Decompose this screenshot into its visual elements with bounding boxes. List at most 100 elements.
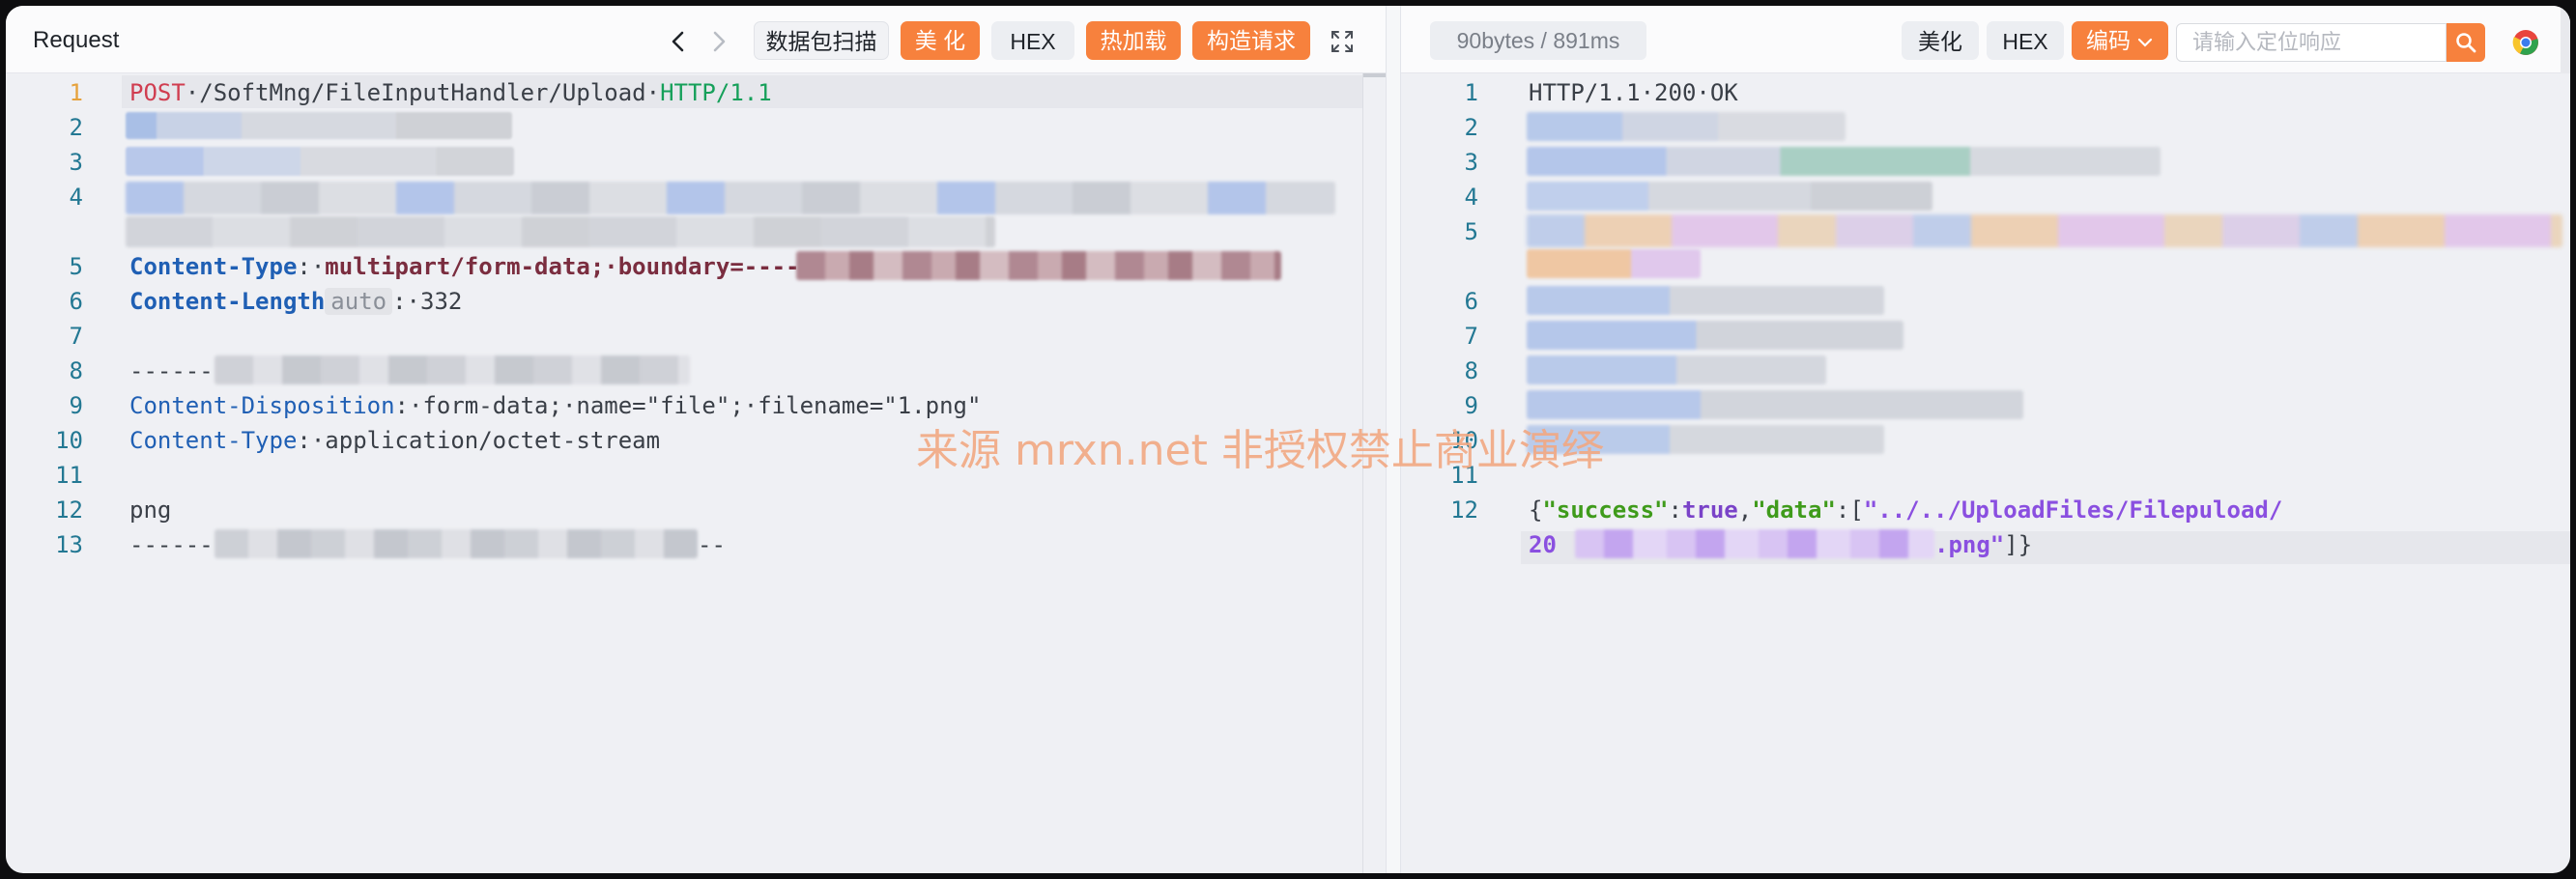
hex-button[interactable]: HEX [1987, 21, 2064, 60]
header-key: Content-Length [129, 288, 326, 315]
redacted-boundary [215, 355, 690, 384]
request-line: POST·/SoftMng/FileInputHandler/Upload·HT… [129, 79, 772, 106]
search-icon [2454, 31, 2477, 54]
json-string: "../../UploadFiles/Filepuload/ [1863, 496, 2283, 524]
redacted-header [126, 147, 514, 176]
auto-badge[interactable]: auto [325, 288, 393, 315]
header-value: :·form-data;·name="file";·filename="1.pn… [394, 392, 982, 419]
redacted-header [126, 182, 1335, 214]
redacted-header [1527, 286, 1884, 315]
redacted-header [1527, 147, 2161, 176]
json-brace: ]} [2004, 531, 2033, 558]
body-text: png [129, 496, 172, 524]
redacted-header [1527, 214, 2562, 247]
scrollbar-thumb[interactable] [1362, 73, 1386, 77]
body-line: png [129, 496, 171, 524]
boundary-line: ------ [129, 357, 214, 384]
build-request-button[interactable]: 构造请求 [1192, 21, 1310, 60]
line-number: 4 [1464, 184, 1478, 211]
line-number: 5 [1464, 218, 1478, 245]
line-number: 10 [55, 427, 83, 454]
line-number: 2 [69, 114, 83, 141]
status-line: HTTP/1.1·200·OK [1529, 79, 1738, 106]
content-type-line: Content-Type:·multipart/form-data;·bound… [129, 253, 800, 280]
line-number: 9 [69, 392, 83, 419]
packet-scan-button[interactable]: 数据包扫描 [754, 21, 889, 60]
redacted-header [126, 216, 995, 247]
redacted-header [1527, 249, 1701, 278]
line-number: 4 [69, 184, 83, 211]
json-colon: : [1668, 496, 1682, 524]
line-number: 7 [1464, 323, 1478, 350]
boundary-dashes: ------ [129, 531, 214, 558]
json-brace: { [1529, 496, 1543, 524]
line-number: 8 [69, 357, 83, 384]
content-length-line: Content-Length auto:·332 [129, 288, 462, 315]
beautify-button[interactable]: 美 化 [901, 21, 980, 60]
http-protocol: HTTP/1.1 [660, 79, 772, 106]
fullscreen-icon[interactable] [1330, 29, 1355, 54]
json-string: .png" [1934, 531, 2005, 558]
part-content-type-line: Content-Type:·application/octet-stream [129, 427, 660, 454]
line-number: 8 [1464, 357, 1478, 384]
json-string: 20 [1529, 531, 1557, 558]
redacted-boundary [796, 251, 1281, 280]
request-path: ·/SoftMng/FileInputHandler/Upload· [185, 79, 661, 106]
hex-button[interactable]: HEX [991, 21, 1074, 60]
request-title: Request [33, 27, 120, 53]
closing-boundary-line: ------ [129, 531, 214, 558]
chevron-down-icon [2136, 36, 2154, 49]
line-number: 6 [1464, 288, 1478, 315]
line-number: 6 [69, 288, 83, 315]
line-number: 3 [1464, 149, 1478, 176]
header-key: Content-Type [129, 253, 298, 280]
redacted-header [1527, 355, 1826, 384]
json-key: "success" [1542, 496, 1669, 524]
boundary-dashes: ------ [129, 357, 214, 384]
json-body-line: {"success":true,"data":["../../UploadFil… [1529, 496, 2282, 524]
redacted-boundary [215, 529, 698, 558]
header-value: multipart/form-data;·boundary=---- [325, 253, 800, 280]
line-number: 1 [69, 79, 83, 106]
search-button[interactable] [2447, 23, 2485, 62]
header-colon: :· [297, 253, 326, 280]
hot-load-button[interactable]: 热加载 [1086, 21, 1181, 60]
line-number: 11 [55, 462, 83, 489]
redacted-header [126, 112, 512, 139]
forward-icon[interactable] [705, 25, 732, 58]
json-colon: :[ [1835, 496, 1864, 524]
back-icon[interactable] [665, 25, 692, 58]
response-search-input[interactable] [2176, 23, 2447, 62]
http-inspector-window: Request 数据包扫描 美 化 HEX 热加载 构造请求 1 2 3 4 5… [6, 6, 2570, 873]
chrome-icon[interactable] [2512, 29, 2539, 56]
encoding-dropdown[interactable]: 编码 [2072, 21, 2168, 60]
line-number: 12 [55, 496, 83, 524]
http-method: POST [129, 79, 186, 106]
redacted-header [1527, 321, 1903, 350]
line-number: 2 [1464, 114, 1478, 141]
redacted-header [1527, 182, 1932, 211]
line-number: 12 [1450, 496, 1478, 524]
line-number: 3 [69, 149, 83, 176]
response-meta: 90bytes / 891ms [1430, 21, 1646, 60]
json-body-line: .png"]} [1934, 531, 2032, 558]
line-number: 1 [1464, 79, 1478, 106]
json-comma: , [1737, 496, 1753, 524]
line-number: 7 [69, 323, 83, 350]
boundary-tail: -- [698, 531, 726, 558]
redacted-filename [1575, 529, 1934, 558]
request-toolbar: Request 数据包扫描 美 化 HEX 热加载 构造请求 [6, 6, 1386, 73]
json-body-line: 20 [1529, 531, 1557, 558]
header-key: Content-Disposition [129, 392, 395, 419]
watermark-text: 来源 mrxn.net 非授权禁止商业演绎 [916, 426, 1604, 475]
header-value: :·332 [392, 288, 463, 315]
json-bool: true [1681, 496, 1738, 524]
line-number: 5 [69, 253, 83, 280]
beautify-button[interactable]: 美化 [1902, 21, 1979, 60]
edge-strip [2561, 6, 2570, 73]
line-number: 13 [55, 531, 83, 558]
header-key: Content-Type [129, 427, 298, 454]
encoding-label: 编码 [2086, 28, 2131, 53]
header-value: :·application/octet-stream [297, 427, 661, 454]
content-disposition-line: Content-Disposition:·form-data;·name="fi… [129, 392, 981, 419]
